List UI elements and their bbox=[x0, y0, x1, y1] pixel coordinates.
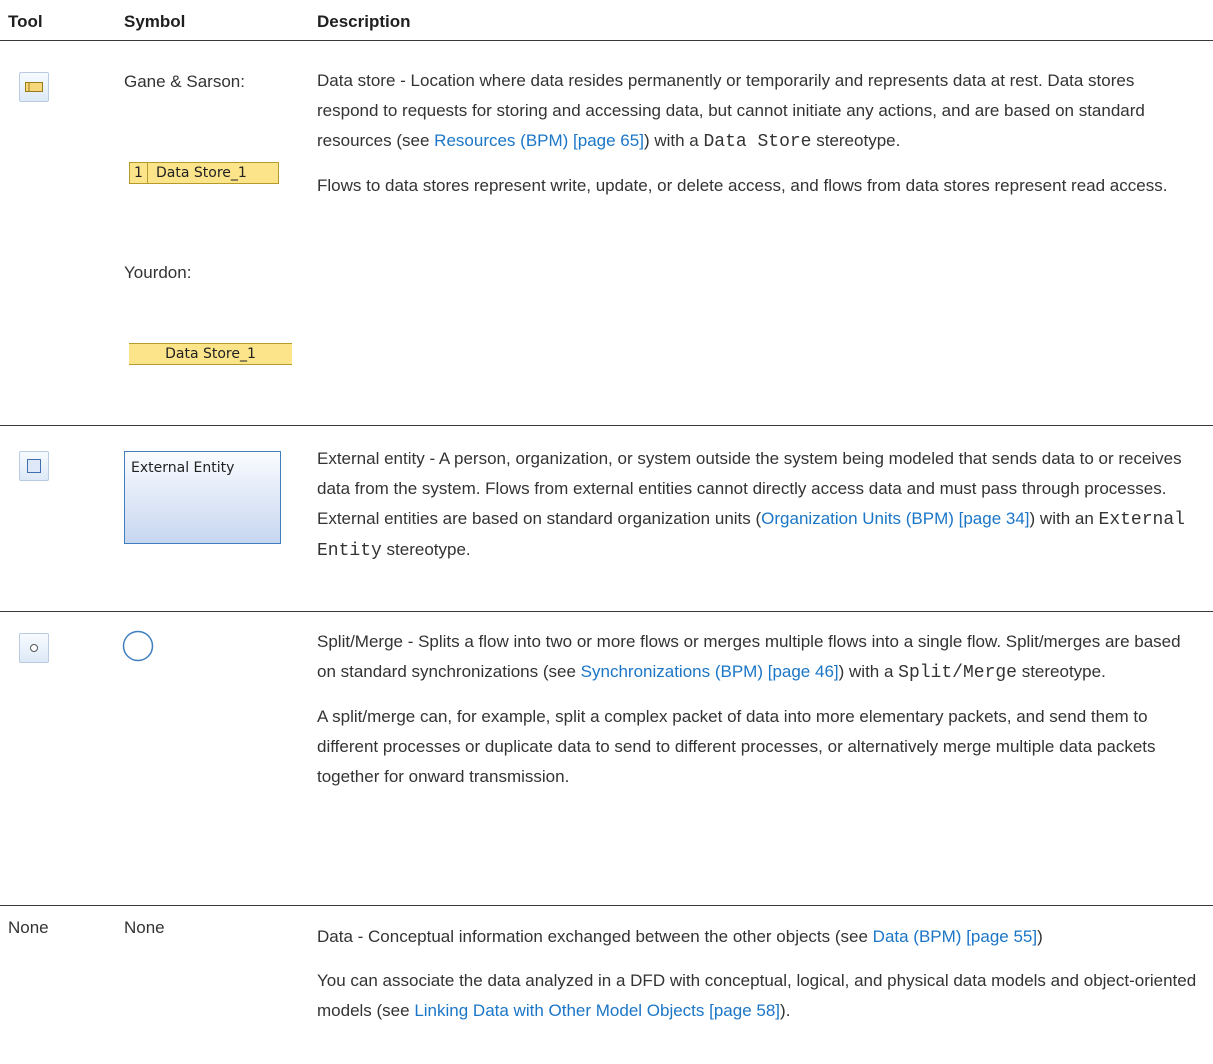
resources-link[interactable]: Resources (BPM) [page 65] bbox=[434, 131, 644, 150]
column-header-description: Description bbox=[317, 12, 411, 31]
data-store-description: Data store - Location where data resides… bbox=[317, 66, 1197, 201]
data-store-name: Data Store_1 bbox=[156, 165, 247, 181]
external-entity-tool-icon[interactable] bbox=[19, 451, 49, 481]
external-entity-description: External entity - A person, organization… bbox=[317, 449, 1185, 561]
column-header-tool: Tool bbox=[8, 12, 43, 31]
data-description: Data - Conceptual information exchanged … bbox=[317, 927, 1197, 1020]
split-merge-tool-icon[interactable] bbox=[19, 633, 49, 663]
external-entity-symbol-label: External Entity bbox=[131, 460, 235, 476]
synchronizations-link[interactable]: Synchronizations (BPM) [page 46] bbox=[581, 662, 839, 681]
row-divider bbox=[0, 905, 1213, 906]
header-divider bbox=[0, 40, 1213, 41]
split-merge-example-paragraph: A split/merge can, for example, split a … bbox=[317, 707, 1156, 786]
data-store-tool-icon[interactable] bbox=[19, 72, 49, 102]
column-header-symbol: Symbol bbox=[124, 12, 186, 31]
data-symbol-none: None bbox=[124, 918, 165, 937]
data-bpm-link[interactable]: Data (BPM) [page 55] bbox=[873, 927, 1037, 946]
yourdon-data-store-symbol: Data Store_1 bbox=[129, 343, 292, 365]
gane-sarson-data-store-symbol: 1 Data Store_1 bbox=[129, 162, 279, 184]
data-store-name: Data Store_1 bbox=[165, 346, 256, 362]
linking-data-link[interactable]: Linking Data with Other Model Objects [p… bbox=[414, 1001, 780, 1020]
split-merge-description: Split/Merge - Splits a flow into two or … bbox=[317, 627, 1197, 792]
data-store-flows-paragraph: Flows to data stores represent write, up… bbox=[317, 176, 1168, 195]
yourdon-label: Yourdon: bbox=[124, 263, 192, 282]
row-divider bbox=[0, 611, 1213, 612]
split-merge-symbol bbox=[122, 630, 154, 662]
row-divider bbox=[0, 425, 1213, 426]
data-store-number: 1 bbox=[130, 163, 148, 183]
external-entity-symbol: External Entity bbox=[124, 451, 281, 544]
data-tool-none: None bbox=[8, 918, 49, 937]
gane-sarson-label: Gane & Sarson: bbox=[124, 72, 245, 91]
organization-units-link[interactable]: Organization Units (BPM) [page 34] bbox=[761, 509, 1029, 528]
